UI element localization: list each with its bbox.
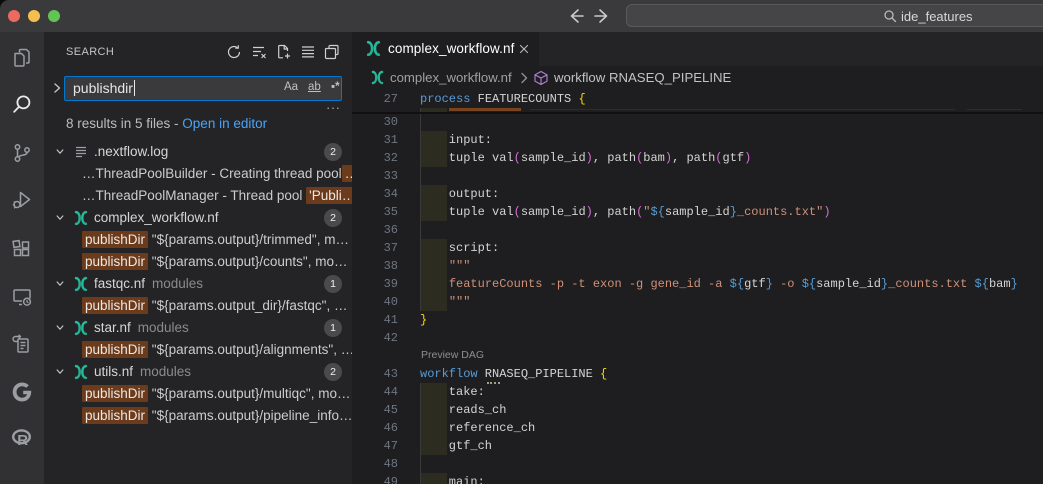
svg-text:R: R [17,432,28,449]
